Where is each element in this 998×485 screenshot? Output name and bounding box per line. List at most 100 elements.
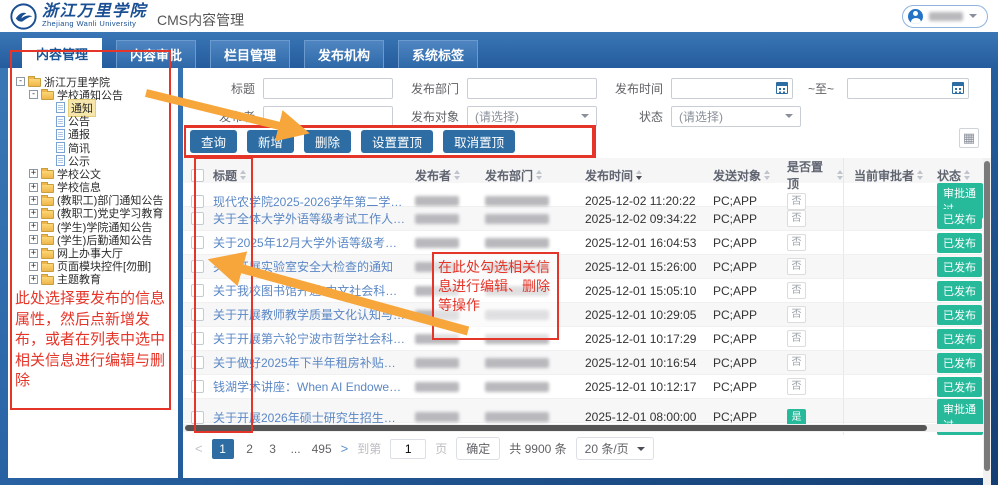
- query-button[interactable]: 查询: [190, 130, 237, 153]
- page-last[interactable]: 495: [312, 442, 332, 456]
- tab-column-manage[interactable]: 栏目管理: [210, 40, 290, 68]
- prev-page-icon[interactable]: <: [195, 441, 203, 456]
- send-target: PC;APP: [713, 332, 787, 346]
- calendar-icon[interactable]: [776, 82, 788, 94]
- sort-icon[interactable]: [917, 170, 923, 180]
- tree-expand-icon[interactable]: +: [29, 249, 38, 258]
- page-size-select[interactable]: 20 条/页: [576, 437, 654, 460]
- row-checkbox[interactable]: [191, 212, 204, 225]
- tree-node-theme-education[interactable]: + 主题教育: [14, 273, 176, 286]
- column-settings-icon[interactable]: ▦: [959, 128, 979, 148]
- tree-collapse-icon[interactable]: -: [29, 90, 38, 99]
- row-checkbox[interactable]: [191, 356, 204, 369]
- row-title-link[interactable]: 钱湖学术讲座：When AI Endowed with ...: [213, 378, 415, 395]
- title-input[interactable]: [263, 78, 393, 99]
- calendar-icon[interactable]: [952, 82, 964, 94]
- row-title-link[interactable]: 关于全体大学外语等级考试工作人员（含...: [213, 210, 415, 227]
- tree-node-jianxun[interactable]: 简讯: [14, 141, 176, 154]
- row-checkbox[interactable]: [191, 308, 204, 321]
- row-title-link[interactable]: 关于2025年12月大学外语等级考试监考...: [213, 234, 415, 251]
- col-approver: 当前审批者: [854, 167, 914, 184]
- row-checkbox[interactable]: [191, 195, 204, 208]
- dept-redacted: [485, 358, 549, 368]
- tab-publish-org[interactable]: 发布机构: [304, 40, 384, 68]
- tree-expand-icon[interactable]: +: [29, 262, 38, 271]
- publisher-redacted: [415, 382, 459, 392]
- tree-collapse-icon[interactable]: -: [16, 77, 25, 86]
- approver-cell: [843, 207, 927, 230]
- tab-system-label[interactable]: 系统标签: [398, 40, 478, 68]
- row-title-link[interactable]: 现代农学院2025-2026学年第二学期拟用...: [213, 193, 415, 210]
- row-title-link[interactable]: 关于开展实验室安全大检查的通知: [213, 258, 415, 275]
- publish-time: 2025-12-01 10:29:05: [585, 308, 713, 322]
- file-icon: [56, 116, 65, 127]
- publisher-input[interactable]: [263, 106, 393, 127]
- row-checkbox[interactable]: [191, 236, 204, 249]
- publisher-redacted: [415, 358, 459, 368]
- dept-redacted: [485, 382, 549, 392]
- sort-icon[interactable]: [536, 170, 542, 180]
- tree-node-tongbao[interactable]: 通报: [14, 128, 176, 141]
- goto-page-input[interactable]: [390, 439, 426, 459]
- publish-time-start-input[interactable]: [671, 78, 793, 99]
- dept-input[interactable]: [467, 78, 597, 99]
- add-button[interactable]: 新增: [247, 130, 294, 153]
- user-menu[interactable]: [902, 5, 988, 28]
- target-label: 发布对象: [403, 108, 459, 125]
- goto-confirm-button[interactable]: 确定: [456, 437, 500, 460]
- page-1[interactable]: 1: [212, 439, 234, 459]
- tree-expand-icon[interactable]: +: [29, 209, 38, 218]
- delete-button[interactable]: 删除: [304, 130, 351, 153]
- sort-icon[interactable]: [454, 170, 460, 180]
- select-all-checkbox[interactable]: [191, 169, 204, 182]
- row-checkbox[interactable]: [191, 284, 204, 297]
- pagination: < 1 2 3 ... 495 > 到第 页 确定 共 9900 条 20 条/…: [195, 437, 654, 460]
- target-select[interactable]: (请选择): [467, 106, 597, 127]
- row-checkbox[interactable]: [191, 332, 204, 345]
- horizontal-scrollbar-thumb[interactable]: [185, 425, 927, 431]
- row-title-link[interactable]: 关于开展教师教学质量文化认知与学生本...: [213, 306, 415, 323]
- file-icon: [56, 142, 65, 153]
- sort-icon[interactable]: [964, 170, 970, 180]
- send-target: PC;APP: [713, 284, 787, 298]
- row-checkbox[interactable]: [191, 411, 204, 424]
- row-checkbox[interactable]: [191, 260, 204, 273]
- horizontal-scrollbar[interactable]: [183, 424, 983, 432]
- row-title-link[interactable]: 关于开展第六轮宁波市哲学社会科学研究...: [213, 330, 415, 347]
- publisher-redacted: [415, 238, 459, 248]
- tree-expand-icon[interactable]: +: [29, 196, 38, 205]
- top-badge: 否: [787, 282, 806, 299]
- tree-node-tongzhi-selected[interactable]: 通知: [14, 101, 176, 114]
- sort-icon[interactable]: [764, 170, 770, 180]
- next-page-icon[interactable]: >: [341, 441, 349, 456]
- page-3[interactable]: 3: [266, 442, 280, 456]
- set-top-button[interactable]: 设置置顶: [361, 130, 433, 153]
- send-target: PC;APP: [713, 380, 787, 394]
- cancel-top-button[interactable]: 取消置顶: [443, 130, 515, 153]
- publisher-label: 发布者: [209, 108, 255, 125]
- tree-expand-icon[interactable]: +: [29, 275, 38, 284]
- page-2[interactable]: 2: [243, 442, 257, 456]
- publish-time: 2025-12-01 15:05:10: [585, 284, 713, 298]
- publish-time-start-field: [671, 78, 793, 99]
- send-target: PC;APP: [713, 356, 787, 370]
- publish-time-end-input[interactable]: [847, 78, 969, 99]
- vertical-scrollbar[interactable]: [983, 158, 991, 485]
- tree-expand-icon[interactable]: +: [29, 183, 38, 192]
- tab-content-approve[interactable]: 内容审批: [116, 40, 196, 68]
- sort-icon-active[interactable]: [636, 170, 642, 180]
- tab-content-manage[interactable]: 内容管理: [22, 38, 102, 68]
- row-title-link[interactable]: 关于我校图书馆开通"中文社会科学引文...: [213, 282, 415, 299]
- tree-expand-icon[interactable]: +: [29, 235, 38, 244]
- row-title-link[interactable]: 关于做好2025年下半年租房补贴申请工作...: [213, 354, 415, 371]
- dept-redacted: [485, 286, 549, 296]
- row-title-link[interactable]: 关于开展2026年硕士研究生招生考试回避...: [213, 409, 415, 426]
- tree-expand-icon[interactable]: +: [29, 222, 38, 231]
- sort-icon[interactable]: [240, 170, 246, 180]
- dept-label: 发布部门: [403, 80, 459, 97]
- row-checkbox[interactable]: [191, 380, 204, 393]
- status-select[interactable]: (请选择): [671, 106, 801, 127]
- brand-name-en: Zhejiang Wanli University: [42, 20, 147, 28]
- vertical-scrollbar-thumb[interactable]: [984, 161, 990, 471]
- tree-expand-icon[interactable]: +: [29, 169, 38, 178]
